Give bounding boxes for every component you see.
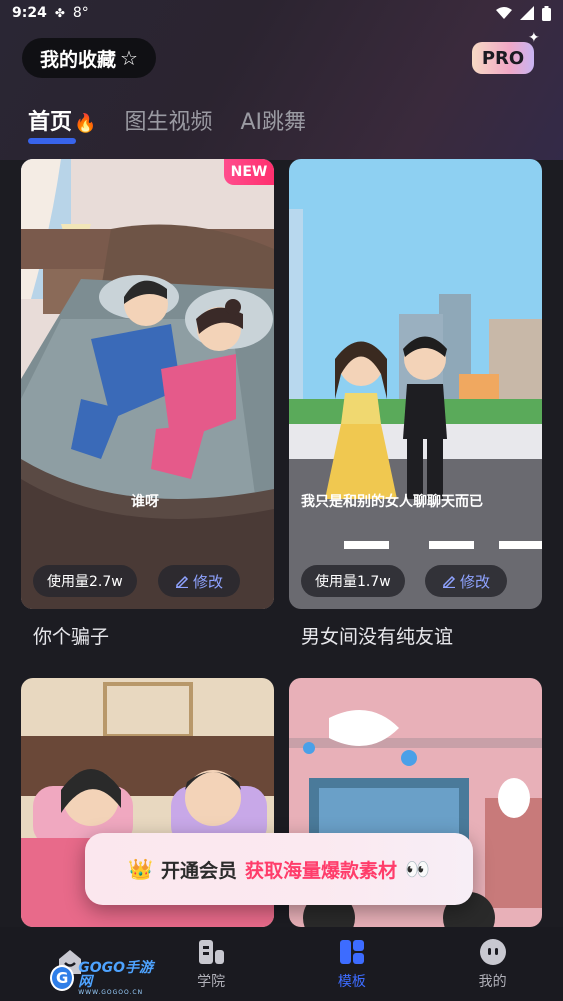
tab-home[interactable]: 首页 🔥 xyxy=(28,104,96,144)
bedroom-illustration xyxy=(21,159,274,609)
tab-ai-dance-label: AI跳舞 xyxy=(240,110,306,135)
usage-count: 使用量2.7w xyxy=(47,574,123,590)
fire-icon: 🔥 xyxy=(74,113,97,134)
tab-home-label: 首页 xyxy=(28,110,73,135)
usage-count-badge: 使用量1.7w xyxy=(301,565,405,597)
usage-count-badge: 使用量2.7w xyxy=(33,565,137,597)
new-badge: NEW xyxy=(224,159,274,185)
nav-profile-label: 我的 xyxy=(478,974,507,990)
category-tabs: 首页 🔥 图生视频 AI跳舞 xyxy=(28,104,334,144)
template-thumbnail: NEW 谁呀 xyxy=(21,159,274,609)
pencil-icon xyxy=(175,575,189,588)
battery-icon xyxy=(542,5,551,21)
pro-label: PRO xyxy=(481,47,525,69)
watermark-brand: GOGO手游网 xyxy=(78,959,154,990)
edit-button[interactable]: 修改 xyxy=(158,565,240,597)
tab-image-to-video[interactable]: 图生视频 xyxy=(124,104,212,144)
active-tab-indicator xyxy=(28,138,76,144)
template-title: 你个骗子 xyxy=(33,626,110,648)
nav-academy[interactable]: 学院 xyxy=(141,927,282,1001)
status-time: 9:24 xyxy=(12,5,47,21)
pencil-icon xyxy=(442,575,456,588)
nav-academy-label: 学院 xyxy=(197,974,226,990)
banner-prefix: 开通会员 xyxy=(160,859,237,882)
template-thumbnail: 我只是和别的女人聊聊天而已 xyxy=(289,159,542,609)
pro-button[interactable]: PRO xyxy=(472,42,534,74)
edit-button[interactable]: 修改 xyxy=(425,565,507,597)
template-title: 男女间没有纯友谊 xyxy=(301,626,454,648)
signal-icon xyxy=(520,6,534,20)
sparkle-icon: ✦ xyxy=(528,30,540,46)
status-bar: 9:24 ✤ 8° xyxy=(0,0,563,26)
favorites-button[interactable]: 我的收藏 ☆ xyxy=(22,38,156,78)
nav-profile[interactable]: 我的 xyxy=(422,927,563,1001)
watermark-url: WWW.GOGOO.CN xyxy=(78,988,144,996)
watermark-logo: G xyxy=(50,965,75,991)
status-icons xyxy=(496,5,551,21)
thumbnail-caption: 谁呀 xyxy=(131,494,159,510)
nav-templates[interactable]: 模板 xyxy=(282,927,423,1001)
edit-label: 修改 xyxy=(459,572,490,591)
app-notification-icon: ✤ xyxy=(54,6,65,20)
thumbnail-caption: 我只是和别的女人聊聊天而已 xyxy=(301,494,483,510)
crown-icon: 👑 xyxy=(128,857,153,881)
edit-label: 修改 xyxy=(192,572,223,591)
wifi-icon xyxy=(496,7,512,19)
banner-highlight: 获取海量爆款素材 xyxy=(245,859,398,882)
star-icon: ☆ xyxy=(120,46,138,70)
academy-icon xyxy=(199,940,225,964)
template-card[interactable]: 我只是和别的女人聊聊天而已 使用量1.7w 修改 xyxy=(289,159,542,609)
site-watermark: G GOGO手游网 WWW.GOGOO.CN xyxy=(50,959,160,996)
tab-image-to-video-label: 图生视频 xyxy=(124,110,213,135)
profile-icon xyxy=(479,939,506,965)
tab-ai-dance[interactable]: AI跳舞 xyxy=(240,104,306,144)
nav-templates-label: 模板 xyxy=(337,974,366,990)
favorites-label: 我的收藏 xyxy=(40,48,117,71)
vip-promo-banner[interactable]: 👑 开通会员 获取海量爆款素材 👀 xyxy=(85,833,473,905)
eyes-icon: 👀 xyxy=(405,857,430,881)
status-temperature: 8° xyxy=(72,5,89,21)
template-card[interactable]: NEW 谁呀 使用量2.7w 修改 xyxy=(21,159,274,609)
templates-icon xyxy=(339,940,364,964)
usage-count: 使用量1.7w xyxy=(315,574,391,590)
street-illustration xyxy=(289,159,542,609)
